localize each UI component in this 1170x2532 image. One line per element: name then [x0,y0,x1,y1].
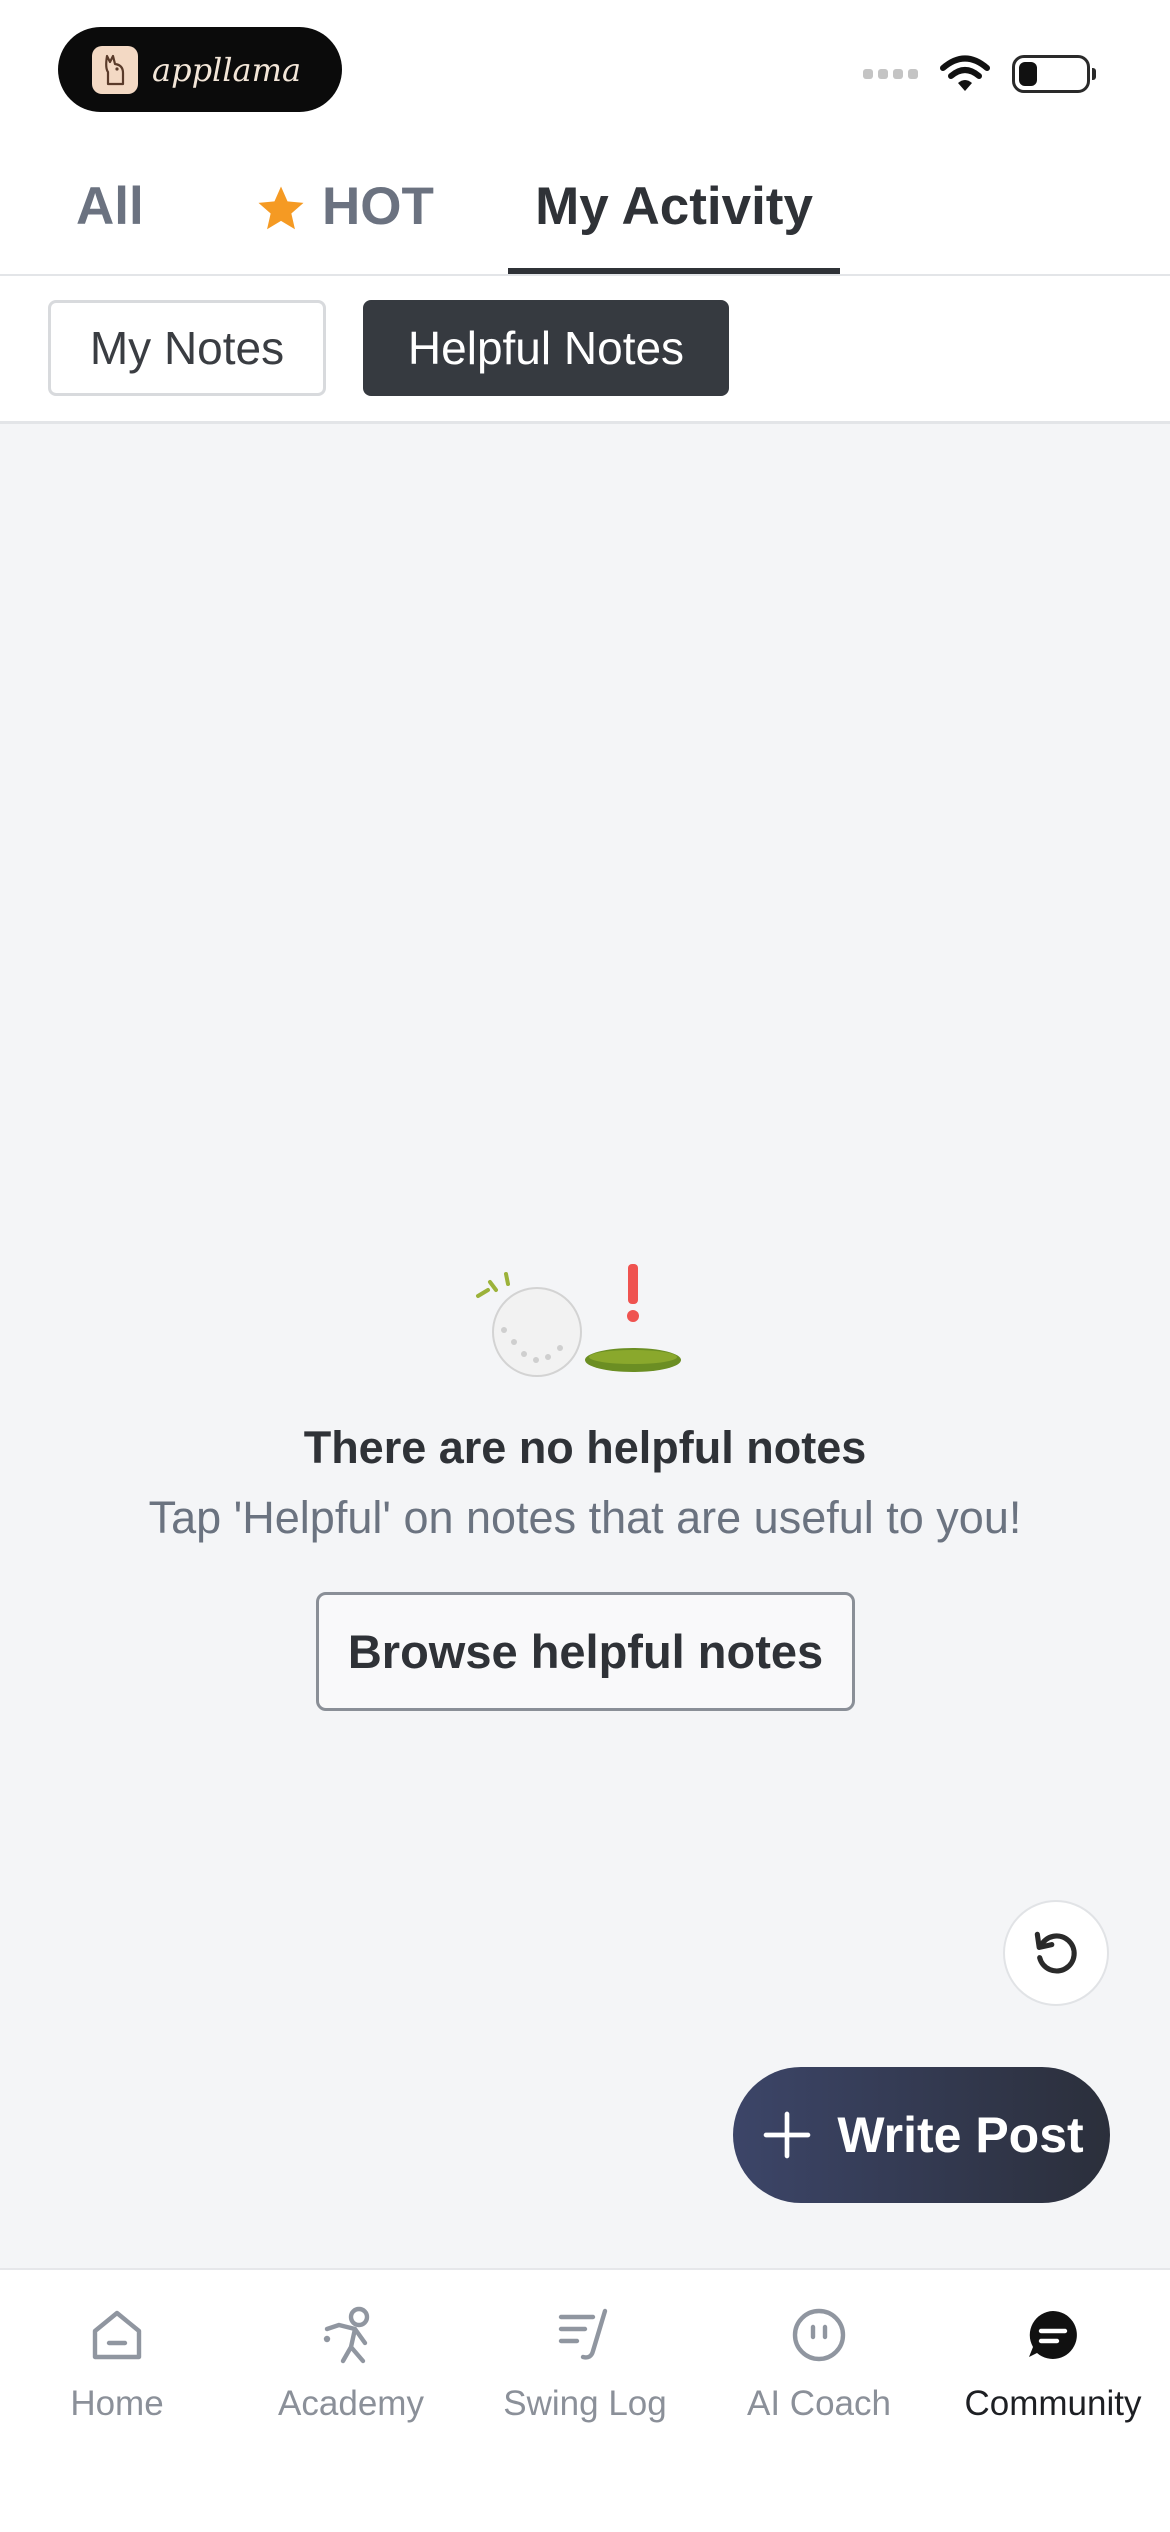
nav-home-label: Home [70,2384,164,2423]
tab-hot[interactable]: HOT [254,176,434,276]
empty-state-subtitle: Tap 'Helpful' on notes that are useful t… [148,1492,1022,1543]
nav-community[interactable]: Community [936,2270,1170,2470]
tab-all[interactable]: All [76,176,144,276]
nav-swing-log-label: Swing Log [503,2384,667,2423]
ai-coach-face-icon [784,2300,854,2370]
helpful-notes-chip[interactable]: Helpful Notes [363,300,729,396]
browse-helpful-notes-button[interactable]: Browse helpful notes [316,1592,855,1711]
status-icons [863,55,1096,93]
bottom-navigation: Home Academy Swing Log AI Coach Communit… [0,2268,1170,2532]
swing-log-icon [550,2300,620,2370]
nav-community-label: Community [964,2384,1142,2423]
my-notes-chip[interactable]: My Notes [48,300,326,396]
home-icon [82,2300,152,2370]
refresh-button[interactable] [1003,1900,1109,2006]
refresh-icon [1034,1931,1077,1974]
plus-icon [763,2111,811,2159]
battery-level [1019,62,1037,86]
write-post-button[interactable]: Write Post [733,2067,1110,2203]
llama-logo-icon [92,45,138,94]
tab-hot-label: HOT [322,177,434,236]
battery-icon [1012,55,1096,93]
wifi-icon [940,55,990,91]
nav-swing-log[interactable]: Swing Log [468,2270,702,2470]
chat-bubble-icon [1018,2300,1088,2370]
sub-tabs: My Notes Helpful Notes [0,278,1170,424]
tab-my-activity[interactable]: My Activity [508,176,840,276]
nav-academy-label: Academy [278,2384,424,2423]
nav-home[interactable]: Home [0,2270,234,2470]
top-tabs: All HOT My Activity [0,140,1170,276]
nav-ai-coach-label: AI Coach [747,2384,891,2423]
write-post-label: Write Post [837,2107,1084,2163]
brand-name: appllama [152,50,302,89]
golfer-icon [316,2300,386,2370]
empty-state-title: There are no helpful notes [303,1422,867,1473]
nav-ai-coach[interactable]: AI Coach [702,2270,936,2470]
active-tab-indicator [508,268,840,274]
brand-badge: appllama [58,27,342,112]
golf-ball-hole-icon [476,1264,681,1377]
star-icon [258,186,304,230]
nav-academy[interactable]: Academy [234,2270,468,2470]
content-area: There are no helpful notes Tap 'Helpful'… [0,424,1170,2268]
status-bar: appllama [0,0,1170,140]
cellular-signal-icon [863,69,918,79]
